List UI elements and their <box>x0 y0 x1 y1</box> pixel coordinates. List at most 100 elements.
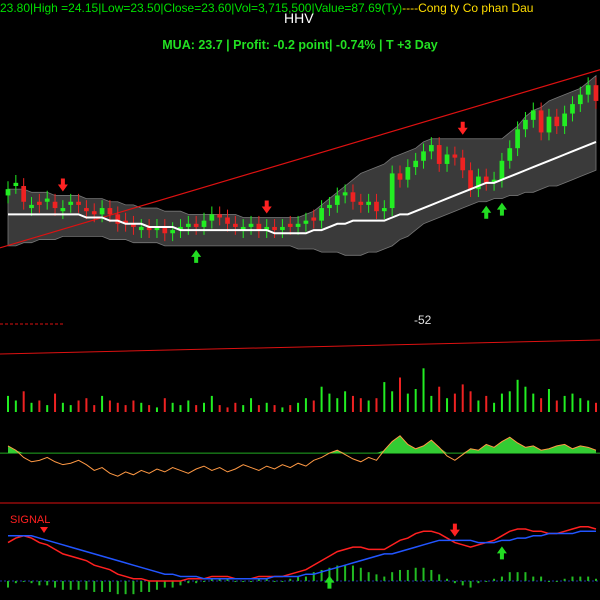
volume-bar <box>187 400 190 412</box>
sell-arrow-icon <box>261 200 272 214</box>
candle-body <box>287 223 293 227</box>
candle-body <box>225 217 230 224</box>
candle-body <box>138 226 144 231</box>
candle-body <box>397 173 403 180</box>
histogram-bar <box>69 580 72 590</box>
histogram-bar <box>532 576 535 581</box>
volume-bar <box>540 398 543 412</box>
volume-bar <box>148 405 151 412</box>
histogram-bar <box>399 569 401 581</box>
histogram-bar <box>85 580 88 590</box>
volume-bar <box>328 393 331 412</box>
volume-bar <box>367 400 370 412</box>
candle-body <box>84 208 89 212</box>
candle-body <box>429 145 434 152</box>
volume-bar <box>336 398 339 412</box>
histogram-bar <box>163 580 166 588</box>
histogram-bar <box>22 580 25 582</box>
candle-body <box>311 217 317 221</box>
candle-body <box>358 201 364 205</box>
volume-bar <box>140 402 143 412</box>
volume-bar <box>61 402 64 412</box>
histogram-bar <box>422 567 425 581</box>
volume-bar <box>485 395 488 412</box>
volume-bar <box>453 393 456 412</box>
candle-body <box>170 230 175 234</box>
candle-body <box>452 154 458 158</box>
volume-bar <box>438 386 441 412</box>
histogram-bar <box>414 567 417 581</box>
histogram-bar <box>46 580 49 586</box>
histogram-bar <box>524 572 527 581</box>
volume-bar <box>304 398 307 412</box>
volume-bar <box>257 405 260 412</box>
candle-body <box>60 208 66 212</box>
candle-body <box>562 113 567 127</box>
candle-body <box>272 226 277 231</box>
candle-body <box>91 211 97 215</box>
candle-body <box>381 208 387 212</box>
volume-bar <box>320 386 323 412</box>
candle-body <box>327 204 332 209</box>
separator-line <box>0 339 600 355</box>
trade-value: Value=87.69(Ty) <box>314 1 403 15</box>
volatility-band <box>7 74 597 256</box>
volume-bar <box>265 402 268 412</box>
volume-bar <box>359 398 362 412</box>
histogram-bar <box>469 580 472 588</box>
candle-body <box>444 154 450 164</box>
volume-bar <box>399 377 401 412</box>
buy-arrow-icon <box>324 575 335 589</box>
volume-bar <box>383 382 386 412</box>
signal-label: SIGNAL <box>10 514 51 526</box>
volume-bar <box>132 400 135 412</box>
histogram-bar <box>485 580 488 582</box>
volume-bar <box>422 368 425 412</box>
candle-body <box>201 220 207 227</box>
candle-body <box>5 189 11 196</box>
volume-bar <box>54 393 57 412</box>
histogram-bar <box>508 572 511 581</box>
candle-body <box>546 116 552 133</box>
histogram-bar <box>155 580 158 590</box>
volume-bar <box>242 405 245 412</box>
histogram-bar <box>595 578 597 581</box>
histogram-bar <box>77 580 80 590</box>
volume-bar <box>108 400 111 412</box>
histogram-bar <box>14 580 17 584</box>
volume-bar <box>351 395 354 412</box>
histogram-bar <box>579 576 582 581</box>
candle-body <box>577 94 583 105</box>
volume-bar <box>155 407 158 412</box>
volume-bar <box>461 384 464 412</box>
histogram-bar <box>367 572 370 581</box>
candle-body <box>515 129 520 149</box>
volume-bar <box>273 405 276 412</box>
volume-bar <box>500 393 503 412</box>
histogram-bar <box>375 574 378 581</box>
candle-body <box>193 223 199 227</box>
volume-bar <box>69 405 72 412</box>
buy-arrow-icon <box>496 546 507 560</box>
histogram-bar <box>359 567 362 581</box>
volume-bar <box>124 405 127 412</box>
histogram-bar <box>297 576 300 581</box>
histogram-bar <box>242 580 245 582</box>
volume-bar <box>195 405 198 412</box>
volume-bar <box>234 402 237 412</box>
volume-bar <box>281 407 284 412</box>
volume-bar <box>391 391 394 412</box>
candle-body <box>107 208 113 215</box>
candle-body <box>389 173 395 209</box>
histogram-bar <box>540 576 543 581</box>
histogram-bar <box>61 580 64 590</box>
volume-bar <box>547 389 550 412</box>
volume-bar <box>375 398 378 412</box>
signal-blue-line <box>8 530 596 580</box>
histogram-bar <box>446 578 449 581</box>
volume-bar <box>30 402 33 412</box>
candle-body <box>280 226 285 231</box>
candle-body <box>530 110 536 120</box>
histogram-bar <box>195 580 198 584</box>
histogram-bar <box>555 580 558 582</box>
